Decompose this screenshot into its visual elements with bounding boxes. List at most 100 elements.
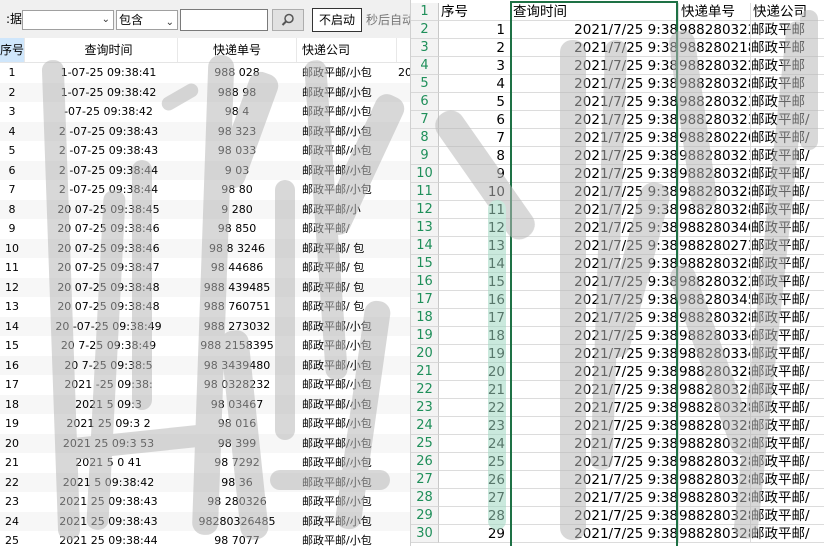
- sheet-cell[interactable]: 988280328: [679, 471, 751, 489]
- sheet-cell[interactable]: 2021/7/25 9:38: [511, 417, 679, 435]
- table-row[interactable]: 16 20 7-25 09:38:5 98 3439480 邮政平邮/小包: [0, 355, 410, 375]
- sheet-cell[interactable]: 19: [439, 345, 511, 363]
- sheet-cell[interactable]: 邮政平邮/: [751, 489, 824, 507]
- sheet-cell[interactable]: 988280334: [679, 327, 751, 345]
- sheet-cell[interactable]: 988280328: [679, 507, 751, 525]
- sheet-row[interactable]: 8 7 2021/7/25 9:38 988280226 邮政平邮/: [411, 129, 824, 147]
- sheet-cell[interactable]: 邮政平邮: [751, 57, 824, 75]
- sheet-cell[interactable]: 8: [439, 147, 511, 165]
- row-number[interactable]: 2: [411, 21, 439, 39]
- column-header[interactable]: 序号: [0, 38, 25, 62]
- sheet-cell[interactable]: 988280322: [679, 273, 751, 291]
- sheet-cell[interactable]: 邮政平邮/: [751, 507, 824, 525]
- sheet-row[interactable]: 9 8 2021/7/25 9:38 988280321 邮政平邮/: [411, 147, 824, 165]
- sheet-cell[interactable]: 2021/7/25 9:38: [511, 309, 679, 327]
- sheet-cell[interactable]: 988280328: [679, 453, 751, 471]
- sheet-cell[interactable]: 2021/7/25 9:38: [511, 201, 679, 219]
- sheet-cell[interactable]: 13: [439, 237, 511, 255]
- sheet-row[interactable]: 26 25 2021/7/25 9:38 988280328 邮政平邮/: [411, 453, 824, 471]
- column-header[interactable]: 查询时间: [40, 38, 178, 62]
- sheet-cell[interactable]: 邮政平邮: [751, 39, 824, 57]
- sheet-cell[interactable]: 2021/7/25 9:38: [511, 57, 679, 75]
- sheet-row[interactable]: 14 13 2021/7/25 9:38 988280273 邮政平邮/: [411, 237, 824, 255]
- sheet-cell[interactable]: 23: [439, 417, 511, 435]
- sheet-cell[interactable]: 快递公司: [751, 3, 824, 21]
- sheet-cell[interactable]: 988280328: [679, 489, 751, 507]
- sheet-cell[interactable]: 4: [439, 75, 511, 93]
- sheet-cell[interactable]: 2021/7/25 9:38: [511, 183, 679, 201]
- sheet-cell[interactable]: 9: [439, 165, 511, 183]
- row-number[interactable]: 13: [411, 219, 439, 237]
- table-row[interactable]: 17 2021 -25 09:38: 98 0328232 邮政平邮/小包: [0, 375, 410, 395]
- sheet-cell[interactable]: 邮政平邮/: [751, 237, 824, 255]
- sheet-cell[interactable]: 2021/7/25 9:38: [511, 327, 679, 345]
- sheet-cell[interactable]: 988280328: [679, 525, 751, 543]
- sheet-cell[interactable]: 邮政平邮/: [751, 525, 824, 543]
- sheet-cell[interactable]: 2021/7/25 9:38: [511, 165, 679, 183]
- sheet-cell[interactable]: 988280328: [679, 255, 751, 273]
- sheet-cell[interactable]: 988280321: [679, 147, 751, 165]
- row-number[interactable]: 5: [411, 75, 439, 93]
- sheet-row[interactable]: 25 24 2021/7/25 9:38 988280328 邮政平邮/: [411, 435, 824, 453]
- operator-select[interactable]: 包含 ⌄: [116, 10, 178, 30]
- sheet-cell[interactable]: 邮政平邮/: [751, 399, 824, 417]
- sheet-cell[interactable]: 21: [439, 381, 511, 399]
- table-row[interactable]: 18 2021 5 09:3 98 03467 邮政平邮/小包: [0, 394, 410, 414]
- sheet-cell[interactable]: 22: [439, 399, 511, 417]
- sheet-cell[interactable]: 16: [439, 291, 511, 309]
- sheet-cell[interactable]: 邮政平邮/: [751, 381, 824, 399]
- sheet-cell[interactable]: 2021/7/25 9:38: [511, 525, 679, 543]
- sheet-cell[interactable]: 2021/7/25 9:38: [511, 291, 679, 309]
- row-number[interactable]: 16: [411, 273, 439, 291]
- sheet-row[interactable]: 29 28 2021/7/25 9:38 988280328 邮政平邮/: [411, 507, 824, 525]
- row-number[interactable]: 11: [411, 183, 439, 201]
- sheet-cell[interactable]: 邮政平邮/: [751, 219, 824, 237]
- table-row[interactable]: 3 -07-25 09:38:42 98 4 邮政平邮/小包: [0, 102, 410, 122]
- sheet-row[interactable]: 11 10 2021/7/25 9:38 988280328 邮政平邮/: [411, 183, 824, 201]
- sheet-cell[interactable]: 2021/7/25 9:38: [511, 471, 679, 489]
- sheet-cell[interactable]: 邮政平邮/: [751, 273, 824, 291]
- sheet-cell[interactable]: 2021/7/25 9:38: [511, 345, 679, 363]
- table-row[interactable]: 20 2021 25 09:3 53 98 399 邮政平邮/小包: [0, 433, 410, 453]
- row-number[interactable]: 30: [411, 525, 439, 543]
- table-row[interactable]: 23 2021 25 09:38:43 98 280326 邮政平邮/小包: [0, 492, 410, 512]
- sheet-row[interactable]: 10 9 2021/7/25 9:38 988280328 邮政平邮/: [411, 165, 824, 183]
- sheet-cell[interactable]: 2021/7/25 9:38: [511, 273, 679, 291]
- row-number[interactable]: 25: [411, 435, 439, 453]
- sheet-cell[interactable]: 邮政平邮/: [751, 417, 824, 435]
- row-number[interactable]: 14: [411, 237, 439, 255]
- sheet-cell[interactable]: 邮政平邮: [751, 93, 824, 111]
- sheet-cell[interactable]: 988280328: [679, 309, 751, 327]
- sheet-row[interactable]: 18 17 2021/7/25 9:38 988280328 邮政平邮/: [411, 309, 824, 327]
- row-number[interactable]: 24: [411, 417, 439, 435]
- sheet-cell[interactable]: 2021/7/25 9:38: [511, 399, 679, 417]
- sheet-cell[interactable]: 26: [439, 471, 511, 489]
- sheet-cell[interactable]: 988280322: [679, 57, 751, 75]
- sheet-row[interactable]: 12 11 2021/7/25 9:38 988280328 邮政平邮/: [411, 201, 824, 219]
- sheet-row[interactable]: 16 15 2021/7/25 9:38 988280322 邮政平邮/: [411, 273, 824, 291]
- row-number[interactable]: 26: [411, 453, 439, 471]
- sheet-cell[interactable]: 序号: [439, 3, 511, 21]
- sheet-row[interactable]: 28 27 2021/7/25 9:38 988280328 邮政平邮/: [411, 489, 824, 507]
- table-row[interactable]: 21 2021 5 0 41 98 7292 邮政平邮/小包: [0, 453, 410, 473]
- sheet-cell[interactable]: 邮政平邮/: [751, 111, 824, 129]
- sheet-cell[interactable]: 2021/7/25 9:38: [511, 255, 679, 273]
- row-number[interactable]: 17: [411, 291, 439, 309]
- search-button[interactable]: [272, 9, 304, 31]
- row-number[interactable]: 8: [411, 129, 439, 147]
- sheet-row[interactable]: 21 20 2021/7/25 9:38 988280328 邮政平邮/: [411, 363, 824, 381]
- sheet-cell[interactable]: 988280328: [679, 417, 751, 435]
- row-number[interactable]: 7: [411, 111, 439, 129]
- sheet-cell[interactable]: 2021/7/25 9:38: [511, 489, 679, 507]
- sheet-cell[interactable]: 988280226: [679, 129, 751, 147]
- sheet-cell[interactable]: 12: [439, 219, 511, 237]
- table-row[interactable]: 15 20 7-25 09:38:49 988 2158395 邮政平邮/小包: [0, 336, 410, 356]
- table-row[interactable]: 7 2 -07-25 09:38:44 98 80 邮政平邮/小包: [0, 180, 410, 200]
- sheet-cell[interactable]: 邮政平邮/: [751, 453, 824, 471]
- table-row[interactable]: 6 2 -07-25 09:38:44 9 03 邮政平邮/小包: [0, 160, 410, 180]
- sheet-cell[interactable]: 邮政平邮/: [751, 435, 824, 453]
- sheet-cell[interactable]: 988280273: [679, 237, 751, 255]
- sheet-cell[interactable]: 2021/7/25 9:38: [511, 219, 679, 237]
- sheet-cell[interactable]: 2021/7/25 9:38: [511, 111, 679, 129]
- sheet-cell[interactable]: 988280345: [679, 291, 751, 309]
